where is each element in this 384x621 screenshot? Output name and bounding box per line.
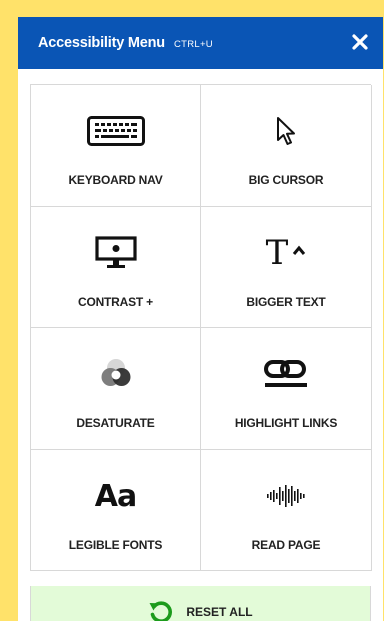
desaturate-label: DESATURATE [76,416,155,430]
contrast-button[interactable]: CONTRAST + [31,207,201,328]
feature-grid: KEYBOARD NAV BIG CURSOR CONTRAST + T BIG… [30,84,372,571]
menu-header: Accessibility Menu CTRL+U [18,17,383,69]
reset-all-label: RESET ALL [186,605,253,619]
shortcut-hint: CTRL+U [173,39,213,50]
bigger-text-button[interactable]: T BIGGER TEXT [201,207,372,328]
text-size-icon: T [266,233,307,273]
cursor-icon [275,111,297,151]
keyboard-nav-button[interactable]: KEYBOARD NAV [31,85,201,207]
keyboard-icon [86,111,145,151]
desaturate-icon [100,354,132,394]
desaturate-button[interactable]: DESATURATE [31,328,201,450]
accessibility-menu-panel: Accessibility Menu CTRL+U KEYBOARD NAV B… [18,17,383,621]
big-cursor-label: BIG CURSOR [248,173,324,187]
legible-fonts-button[interactable]: Aa LEGIBLE FONTS [31,450,201,571]
reset-icon [149,601,173,621]
menu-title: Accessibility Menu [38,35,165,51]
link-icon [263,354,309,394]
monitor-icon [94,233,137,273]
highlight-links-label: HIGHLIGHT LINKS [234,416,338,430]
keyboard-nav-label: KEYBOARD NAV [68,173,163,187]
read-page-button[interactable]: READ PAGE [201,450,372,571]
read-page-label: READ PAGE [251,538,321,552]
audio-waveform-icon [266,476,306,516]
big-cursor-button[interactable]: BIG CURSOR [201,85,372,207]
highlight-links-button[interactable]: HIGHLIGHT LINKS [201,328,372,450]
legible-fonts-label: LEGIBLE FONTS [68,538,163,552]
close-icon [352,34,368,50]
font-icon: Aa [94,478,137,514]
reset-all-button[interactable]: RESET ALL [30,586,371,621]
bigger-text-label: BIGGER TEXT [246,295,326,309]
close-button[interactable] [347,29,373,55]
contrast-label: CONTRAST + [77,295,153,309]
